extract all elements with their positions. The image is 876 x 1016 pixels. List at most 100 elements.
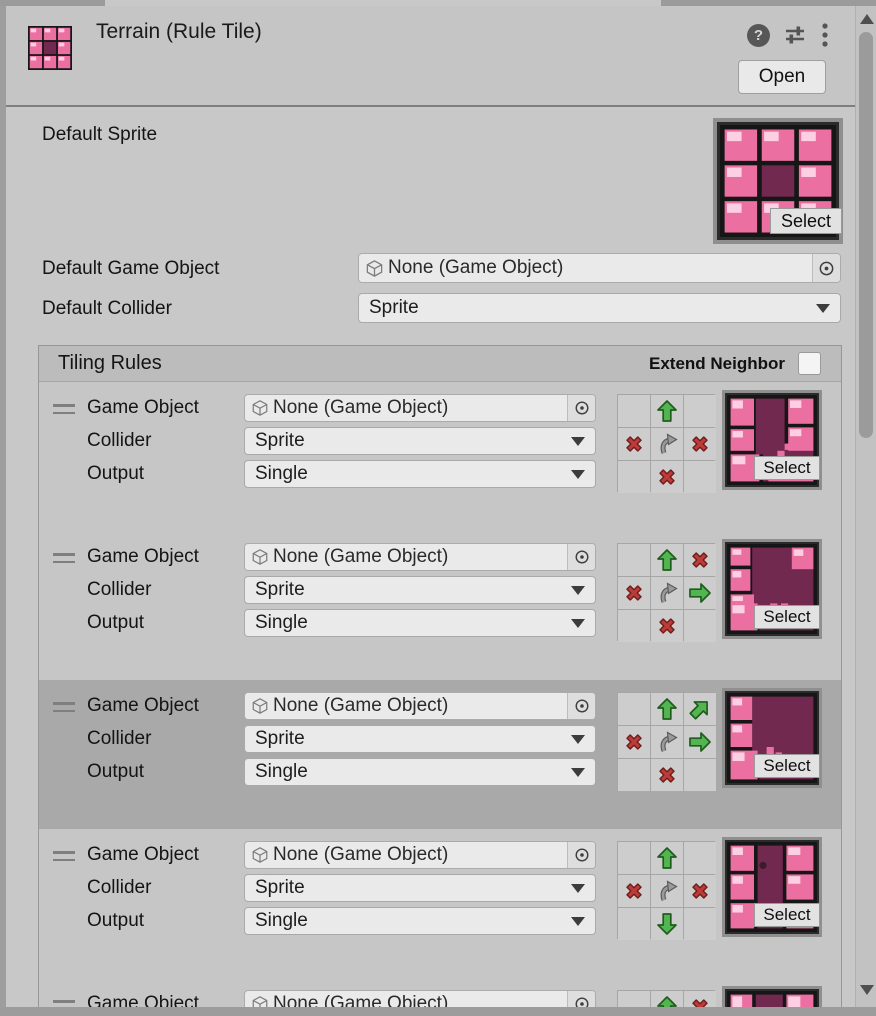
collider-dropdown[interactable]: Sprite [244,427,596,455]
arrow-up-icon [655,548,679,572]
neighbor-cell[interactable] [618,428,650,460]
cube-icon [251,548,269,566]
collider-value: Sprite [255,579,305,601]
neighbor-cell[interactable] [618,842,650,874]
neighbor-cell[interactable] [684,577,716,609]
neighbor-cell[interactable] [684,759,716,791]
neighbor-cell[interactable] [651,461,683,493]
game-object-value: None (Game Object) [273,695,567,717]
default-collider-label: Default Collider [42,298,172,320]
neighbor-cell[interactable] [651,759,683,791]
neighbor-cell[interactable] [618,395,650,427]
collider-dropdown[interactable]: Sprite [244,725,596,753]
tiling-rule-row[interactable]: Game Object Collider Output None (Game O… [39,382,841,531]
drag-handle-icon[interactable] [53,851,75,862]
open-button[interactable]: Open [738,60,826,94]
select-button[interactable]: Select [754,754,820,778]
neighbor-cell[interactable] [651,577,683,609]
neighbor-cell[interactable] [684,726,716,758]
object-picker-icon[interactable] [812,254,840,282]
vertical-scrollbar[interactable] [855,6,876,1007]
neighbor-cell[interactable] [651,842,683,874]
output-dropdown[interactable]: Single [244,907,596,935]
neighbor-cell[interactable] [651,428,683,460]
output-dropdown[interactable]: Single [244,609,596,637]
window-bottom-edge [0,1007,876,1016]
extend-neighbor-label: Extend Neighbor [649,354,785,374]
default-game-object-field[interactable]: None (Game Object) [358,253,841,283]
neighbor-cell[interactable] [618,610,650,642]
neighbor-cell[interactable] [684,461,716,493]
neighbor-cell[interactable] [651,875,683,907]
game-object-field[interactable]: None (Game Object) [244,841,596,869]
tiling-rule-row[interactable]: Game Object Collider Output None (Game O… [39,531,841,680]
neighbor-cell[interactable] [651,726,683,758]
scroll-down-icon[interactable] [860,985,874,995]
game-object-field[interactable]: None (Game Object) [244,692,596,720]
output-label: Output [87,463,144,485]
help-icon[interactable]: ? [747,24,770,47]
select-button[interactable]: Select [770,208,842,234]
object-picker-icon[interactable] [567,693,595,719]
neighbor-cell[interactable] [684,842,716,874]
select-button[interactable]: Select [754,456,820,480]
neighbor-cell[interactable] [651,544,683,576]
neighbor-cell[interactable] [618,759,650,791]
neighbor-cell[interactable] [618,544,650,576]
neighbor-cell[interactable] [618,461,650,493]
neighbor-cell[interactable] [684,544,716,576]
drag-handle-icon[interactable] [53,702,75,713]
neighbor-cell[interactable] [618,875,650,907]
presets-icon[interactable] [783,23,807,47]
cube-icon [251,697,269,715]
default-game-object-value: None (Game Object) [388,257,812,279]
neighbor-cell[interactable] [618,693,650,725]
neighbor-cell[interactable] [684,908,716,940]
collider-dropdown[interactable]: Sprite [244,576,596,604]
collider-value: Sprite [255,877,305,899]
rotate-icon [655,879,679,903]
dropdown-arrow-icon [571,917,585,926]
scrollbar-thumb[interactable] [859,32,873,438]
game-object-field[interactable]: None (Game Object) [244,394,596,422]
neighbor-cell[interactable] [651,395,683,427]
header-icon-group: ? [747,22,830,48]
rule-sprite-preview: Select [722,539,822,639]
object-picker-icon[interactable] [567,395,595,421]
game-object-field[interactable]: None (Game Object) [244,543,596,571]
neighbor-cell[interactable] [684,693,716,725]
select-button[interactable]: Select [754,903,820,927]
neighbor-rule-grid [617,841,715,939]
drag-handle-icon[interactable] [53,553,75,564]
drag-handle-icon[interactable] [53,404,75,415]
default-collider-value: Sprite [369,297,419,319]
neighbor-cell[interactable] [618,577,650,609]
neighbor-cell[interactable] [684,875,716,907]
neighbor-cell[interactable] [651,610,683,642]
x-icon [688,879,712,903]
extend-neighbor-checkbox[interactable] [798,352,821,375]
scroll-up-icon[interactable] [860,14,874,24]
dropdown-arrow-icon [816,304,830,313]
neighbor-cell[interactable] [618,908,650,940]
neighbor-cell[interactable] [651,693,683,725]
rotate-icon [655,730,679,754]
object-picker-icon[interactable] [567,544,595,570]
neighbor-cell[interactable] [618,726,650,758]
output-dropdown[interactable]: Single [244,460,596,488]
output-dropdown[interactable]: Single [244,758,596,786]
neighbor-cell[interactable] [651,908,683,940]
select-button[interactable]: Select [754,605,820,629]
collider-label: Collider [87,430,151,452]
tiling-rule-row[interactable]: Game Object Collider Output None (Game O… [39,680,841,829]
dropdown-arrow-icon [571,586,585,595]
default-collider-dropdown[interactable]: Sprite [358,293,841,323]
neighbor-cell[interactable] [684,395,716,427]
tiling-rule-row[interactable]: Game Object Collider Output None (Game O… [39,829,841,978]
output-label: Output [87,612,144,634]
kebab-menu-icon[interactable] [820,22,830,48]
object-picker-icon[interactable] [567,842,595,868]
neighbor-cell[interactable] [684,610,716,642]
neighbor-cell[interactable] [684,428,716,460]
collider-dropdown[interactable]: Sprite [244,874,596,902]
